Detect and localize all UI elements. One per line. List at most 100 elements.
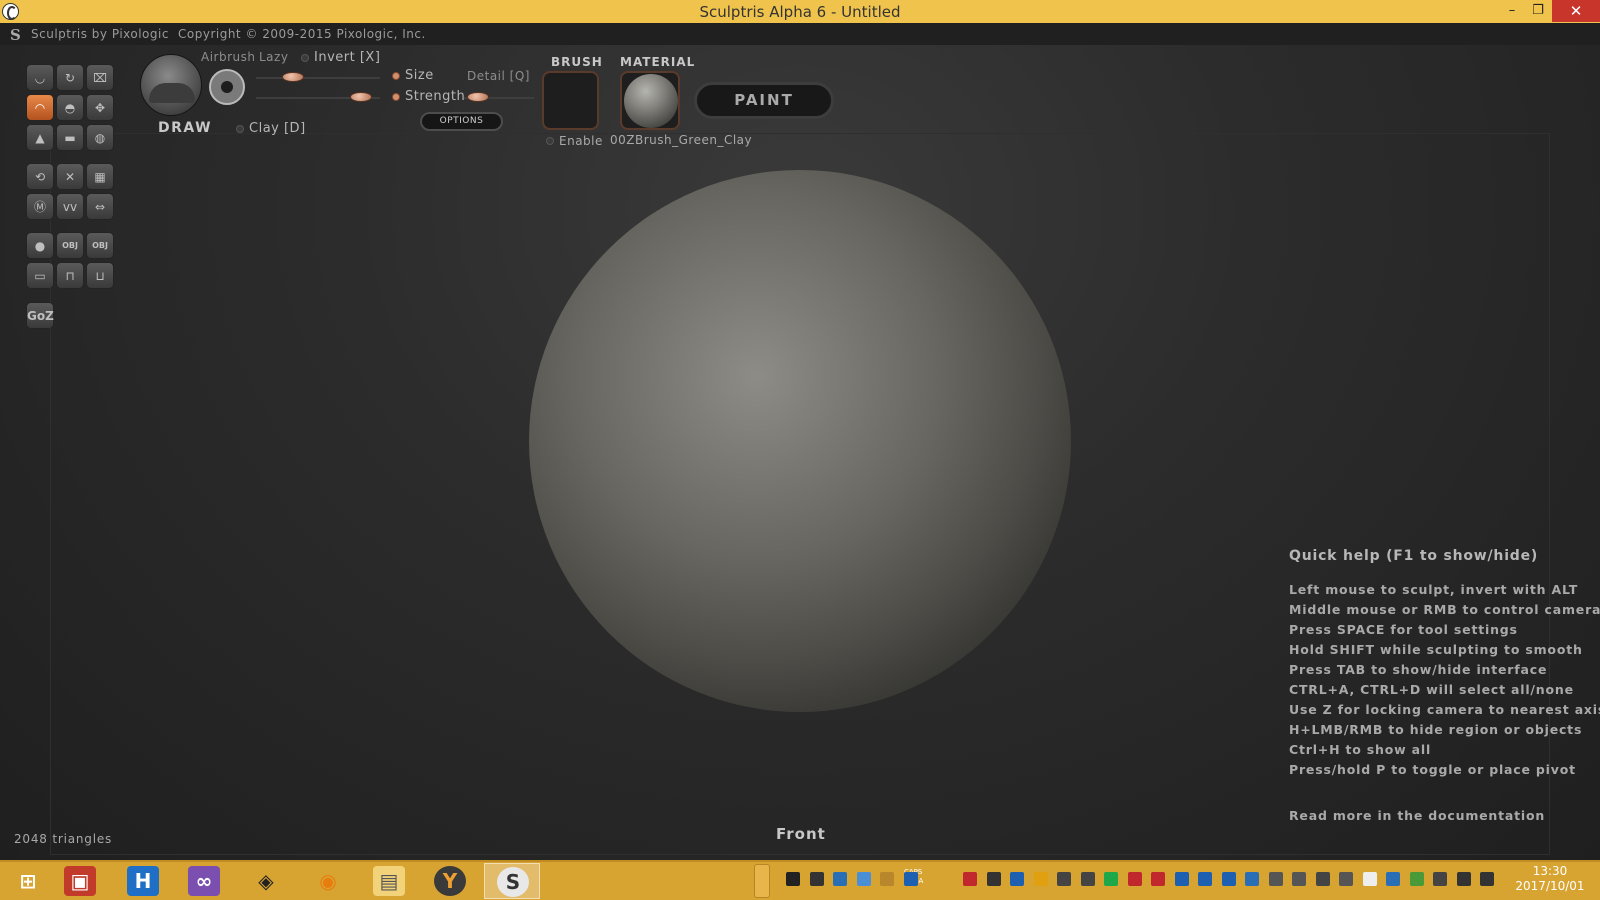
import-obj-icon[interactable]: OBJ — [56, 232, 84, 259]
strength-radio[interactable] — [392, 93, 400, 101]
train-app-taskbar-button[interactable]: ▣ — [52, 863, 108, 899]
close-button[interactable]: ✕ — [1552, 0, 1600, 22]
window-title: Sculptris Alpha 6 - Untitled — [699, 3, 901, 21]
network-icon[interactable] — [1292, 872, 1306, 886]
reduce-brush-icon[interactable]: ⟲ — [26, 163, 54, 190]
reduce-icon[interactable]: ᴠᴠ — [56, 193, 84, 220]
symmetry-icon[interactable]: ✕ — [56, 163, 84, 190]
sculptris-icon: S — [497, 867, 529, 897]
scissors-icon[interactable] — [1057, 872, 1071, 886]
sculpt-sphere[interactable] — [529, 170, 1071, 712]
volume-icon[interactable] — [986, 872, 1001, 886]
ime-icon[interactable] — [809, 872, 824, 886]
new-sphere-icon[interactable]: ● — [26, 232, 54, 259]
sculptris-taskbar-button[interactable]: S — [484, 863, 540, 899]
brush-icon[interactable] — [1080, 872, 1095, 886]
app-orange-taskbar-button[interactable]: Y — [422, 863, 478, 899]
folder-icon[interactable] — [880, 872, 894, 886]
clay-radio[interactable] — [236, 125, 244, 133]
file-explorer-icon: ▤ — [373, 866, 405, 896]
blender-icon: ◉ — [319, 869, 337, 893]
brush-alpha-swatch[interactable] — [542, 71, 599, 130]
shield-check-icon[interactable] — [1409, 872, 1424, 886]
visual-studio-taskbar-button[interactable]: ∞ — [176, 863, 232, 899]
size-radio[interactable] — [392, 72, 400, 80]
subdivide-icon[interactable]: Ⓜ — [26, 193, 54, 220]
stroke-type-icon[interactable] — [209, 69, 245, 105]
options-button[interactable]: OPTIONS — [420, 112, 503, 131]
documentation-link[interactable]: Read more in the documentation — [1289, 808, 1545, 823]
mirror-icon[interactable]: ⇔ — [86, 193, 114, 220]
windows-start-taskbar-button[interactable]: ⊞ — [0, 863, 56, 899]
onedrive-icon[interactable] — [1362, 872, 1377, 886]
chart-icon[interactable] — [1245, 872, 1259, 886]
wireframe-icon[interactable]: ▦ — [86, 163, 114, 190]
system-clock[interactable]: 13:30 2017/10/01 — [1506, 864, 1594, 894]
settings-icon[interactable] — [1268, 872, 1283, 886]
pinch-icon[interactable]: ▲ — [26, 124, 54, 151]
grab-icon[interactable]: ✥ — [86, 94, 114, 121]
security-icon[interactable] — [963, 872, 977, 886]
brush-enable-label[interactable]: Enable — [559, 134, 603, 148]
triangle-count: 2048 triangles — [14, 832, 113, 846]
pdf-icon[interactable] — [1127, 872, 1142, 886]
scale-icon[interactable]: ⌧ — [86, 64, 114, 91]
header-bar: S Sculptris by Pixologic Copyright © 200… — [0, 23, 1600, 45]
invert-label[interactable]: Invert [X] — [314, 50, 380, 65]
file-explorer-taskbar-button[interactable]: ▤ — [361, 863, 417, 899]
lazy-toggle[interactable]: Lazy — [259, 50, 288, 64]
rotate-icon[interactable]: ↻ — [56, 64, 84, 91]
tray-expand-grip[interactable] — [754, 864, 770, 898]
goz-icon[interactable]: GoZ — [26, 302, 54, 329]
display-icon[interactable] — [1198, 872, 1212, 886]
chat-icon[interactable] — [1104, 872, 1118, 886]
save-icon[interactable]: ⊔ — [86, 262, 114, 289]
battery-icon[interactable] — [1456, 872, 1471, 886]
unity-taskbar-button[interactable]: ◈ — [238, 863, 294, 899]
new-plane-icon[interactable]: ▭ — [26, 262, 54, 289]
minimize-button[interactable]: – — [1498, 0, 1526, 22]
flag-icon[interactable] — [1433, 872, 1447, 886]
brand-text: Sculptris by Pixologic — [31, 27, 169, 41]
quick-help-line: Hold SHIFT while sculpting to smooth — [1289, 642, 1583, 657]
help-icon[interactable] — [903, 872, 918, 886]
detail-slider-knob[interactable] — [467, 92, 489, 102]
export-obj-icon[interactable]: OBJ — [86, 232, 114, 259]
cloud-sync-icon[interactable] — [856, 872, 871, 886]
camera-icon[interactable] — [1339, 872, 1353, 886]
crease-icon[interactable]: ◡ — [26, 64, 54, 91]
quick-help-line: Press SPACE for tool settings — [1289, 622, 1518, 637]
invert-radio[interactable] — [301, 54, 309, 62]
defender-icon[interactable] — [1174, 872, 1189, 886]
clay-label[interactable]: Clay [D] — [249, 121, 306, 136]
dark-app-icon[interactable] — [786, 872, 800, 886]
draw-icon[interactable]: ◠ — [26, 94, 54, 121]
flatten-icon[interactable]: ▬ — [56, 124, 84, 151]
material-preview-ball — [624, 74, 678, 128]
airbrush-toggle[interactable]: Airbrush — [201, 50, 256, 64]
quick-help-line: Press TAB to show/hide interface — [1289, 662, 1548, 677]
window-icon[interactable] — [1221, 872, 1236, 886]
tool-icon[interactable] — [1151, 872, 1165, 886]
smooth-icon[interactable]: ◍ — [86, 124, 114, 151]
signal-icon[interactable] — [1480, 872, 1494, 886]
dictionary-app-taskbar-button[interactable]: H — [115, 863, 171, 899]
globe-icon[interactable] — [1386, 872, 1400, 886]
monitor-icon[interactable] — [1315, 872, 1330, 886]
maximize-button[interactable]: ❐ — [1524, 0, 1552, 22]
bluetooth-icon[interactable] — [1010, 872, 1024, 886]
quick-help-line: Middle mouse or RMB to control camera — [1289, 602, 1600, 617]
clock-date: 2017/10/01 — [1515, 879, 1585, 893]
network-share-icon[interactable] — [833, 872, 847, 886]
size-label: Size — [405, 68, 434, 83]
quick-help-line: CTRL+A, CTRL+D will select all/none — [1289, 682, 1574, 697]
shield-icon[interactable] — [1033, 872, 1048, 886]
paint-button[interactable]: PAINT — [694, 82, 834, 119]
brush-preview[interactable] — [140, 54, 202, 116]
blender-taskbar-button[interactable]: ◉ — [300, 863, 356, 899]
open-icon[interactable]: ⊓ — [56, 262, 84, 289]
material-swatch[interactable] — [620, 71, 680, 130]
brush-enable-radio[interactable] — [546, 137, 554, 145]
size-slider-track[interactable] — [256, 77, 380, 79]
inflate-icon[interactable]: ◓ — [56, 94, 84, 121]
